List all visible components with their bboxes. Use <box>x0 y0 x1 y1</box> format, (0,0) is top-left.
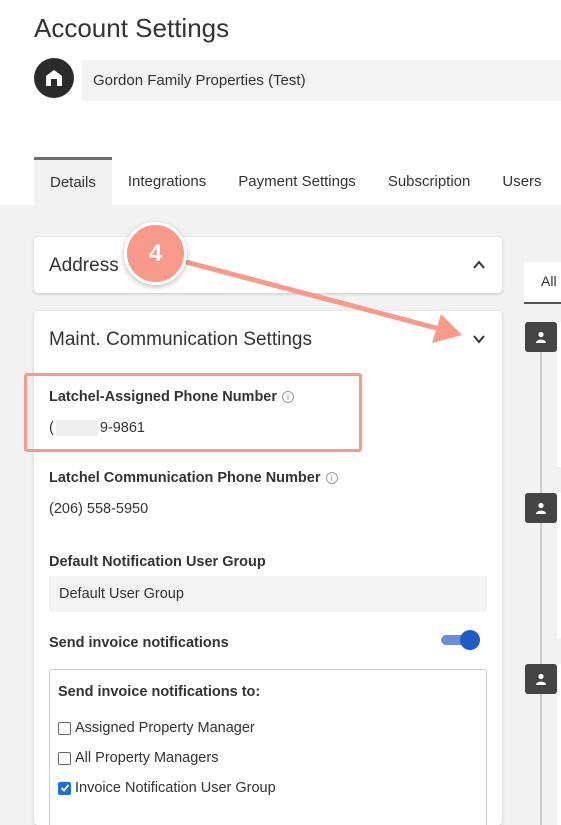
info-icon[interactable]: i <box>325 472 338 484</box>
step-number-badge: 4 <box>124 222 187 285</box>
send-invoice-notifications-toggle[interactable] <box>441 629 480 651</box>
invoice-recipients-box: Send invoice notifications to: Assigned … <box>49 669 487 825</box>
tab-details[interactable]: Details <box>34 157 112 205</box>
timeline-card <box>557 664 561 825</box>
activity-panel: All <box>524 262 561 825</box>
organization-avatar <box>34 58 74 98</box>
timeline-card <box>557 493 561 638</box>
timeline-line <box>540 337 542 825</box>
header-area: Account Settings Gordon Family Propertie… <box>0 0 561 205</box>
default-notification-group-select[interactable]: Default User Group <box>49 576 487 612</box>
organization-selector[interactable]: Gordon Family Properties (Test) <box>82 60 561 101</box>
recipient-all-property-managers[interactable]: All Property Managers <box>58 750 218 766</box>
address-card-title: Address <box>49 255 119 276</box>
settings-tabs: Details Integrations Payment Settings Su… <box>34 157 558 205</box>
toggle-knob <box>460 630 480 650</box>
page-title: Account Settings <box>34 13 230 43</box>
chevron-up-icon[interactable] <box>472 258 486 272</box>
address-card[interactable]: Address <box>34 237 502 293</box>
tab-all[interactable]: All <box>524 262 561 304</box>
chevron-down-icon[interactable] <box>472 332 486 346</box>
default-notification-group-label: Default Notification User Group <box>49 554 266 570</box>
checkbox[interactable] <box>58 751 71 765</box>
tab-subscription[interactable]: Subscription <box>372 157 487 205</box>
checkbox-checked[interactable] <box>58 781 71 795</box>
send-invoice-notifications-label: Send invoice notifications <box>49 635 229 651</box>
timeline-card <box>557 322 561 467</box>
checkmark-icon <box>60 784 69 792</box>
recipient-assigned-property-manager[interactable]: Assigned Property Manager <box>58 720 255 736</box>
recipient-invoice-notification-group[interactable]: Invoice Notification User Group <box>58 780 276 796</box>
person-icon <box>525 493 557 523</box>
maint-card-title: Maint. Communication Settings <box>49 329 312 350</box>
checkbox[interactable] <box>58 721 71 735</box>
tab-payment-settings[interactable]: Payment Settings <box>222 157 372 205</box>
home-icon <box>46 70 62 86</box>
latchel-communication-phone-value: (206) 558-5950 <box>49 501 149 517</box>
tab-integrations[interactable]: Integrations <box>112 157 222 205</box>
invoice-recipients-title: Send invoice notifications to: <box>58 684 261 700</box>
person-icon <box>525 664 557 694</box>
latchel-communication-phone-label: Latchel Communication Phone Number i <box>49 470 338 486</box>
person-icon <box>525 322 557 352</box>
tab-users[interactable]: Users <box>486 157 557 205</box>
annotation-highlight-box <box>24 373 362 452</box>
